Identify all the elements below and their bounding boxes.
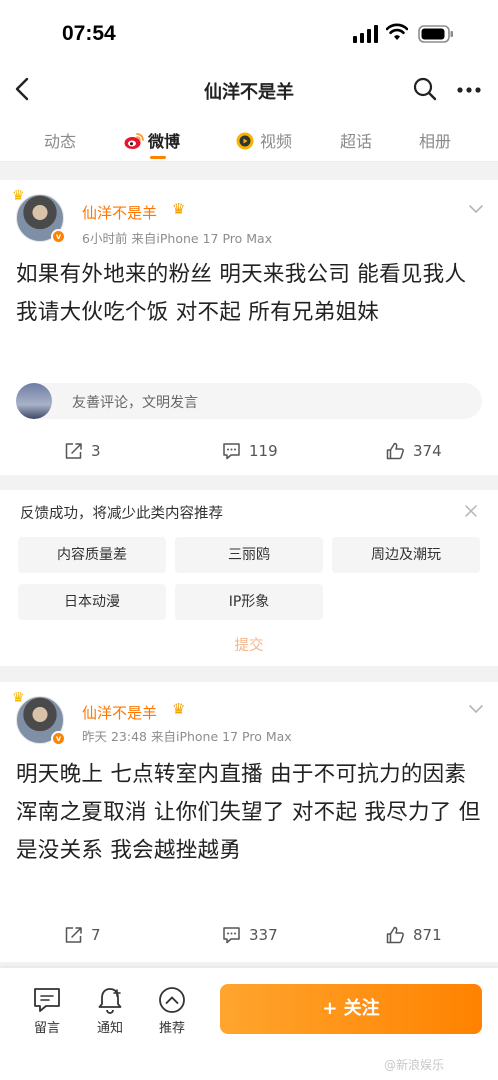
tab-supertopic[interactable]: 超话 xyxy=(340,128,372,152)
comment-count: 119 xyxy=(249,442,278,460)
comment-placeholder: 友善评论，文明发言 xyxy=(72,395,198,411)
feedback-option[interactable]: 内容质量差 xyxy=(18,537,166,573)
repost-icon xyxy=(65,443,82,459)
tab-video[interactable]: 视频 xyxy=(234,128,292,152)
my-avatar xyxy=(16,383,52,419)
comment-button[interactable]: 337 xyxy=(222,926,278,944)
tab-label: 超话 xyxy=(340,132,373,151)
verified-badge-icon: v xyxy=(51,229,66,244)
active-tab-indicator xyxy=(150,156,166,159)
chevron-down-icon[interactable] xyxy=(468,704,484,714)
video-icon xyxy=(236,132,254,150)
feedback-title: 反馈成功，将减少此类内容推荐 xyxy=(20,506,223,522)
comment-count: 337 xyxy=(249,926,278,944)
feedback-card: 反馈成功，将减少此类内容推荐 内容质量差 三丽鸥 周边及潮玩 日本动漫 IP形象… xyxy=(0,490,498,666)
message-label: 留言 xyxy=(33,1021,60,1036)
post-text: 如果有外地来的粉丝 明天来我公司 能看见我人 我请大伙吃个饭 对不起 所有兄弟姐… xyxy=(16,262,467,325)
notify-button[interactable]: 通知 xyxy=(85,986,135,1036)
feedback-option[interactable]: 日本动漫 xyxy=(18,584,166,620)
bottom-bar: 留言 通知 推荐 + 关注 @新浪娱乐 xyxy=(0,968,498,1080)
thumbs-up-icon xyxy=(386,926,404,944)
post-text: 明天晚上 七点转室内直播 由于不可抗力的因素 浑南之夏取消 让你们失望了 对不起… xyxy=(16,762,481,863)
repost-button[interactable]: 7 xyxy=(64,926,101,944)
post-actions: 3 119 374 xyxy=(0,442,498,466)
post-meta: 6小时前 来自iPhone 17 Pro Max xyxy=(82,231,273,246)
like-button[interactable]: 871 xyxy=(386,926,442,944)
tab-label: 相册 xyxy=(419,132,452,151)
member-crown-icon: ♛ xyxy=(172,700,186,718)
message-icon xyxy=(34,988,60,1012)
tab-album[interactable]: 相册 xyxy=(419,128,451,152)
post-card[interactable]: ♛ v 仙洋不是羊 ♛ 6小时前 来自iPhone 17 Pro Max 如果有… xyxy=(0,180,498,475)
message-button[interactable]: 留言 xyxy=(22,986,72,1036)
repost-count: 7 xyxy=(91,926,101,944)
tab-label: 视频 xyxy=(260,132,293,151)
author-avatar[interactable]: ♛ v xyxy=(12,188,66,244)
thumbs-up-icon xyxy=(386,442,404,460)
verified-badge-icon: v xyxy=(51,731,66,746)
repost-button[interactable]: 3 xyxy=(64,442,101,460)
post-actions: 7 337 871 xyxy=(0,926,498,950)
notify-label: 通知 xyxy=(96,1021,123,1036)
nav-bar: 仙洋不是羊 xyxy=(0,66,498,114)
signal-icon xyxy=(353,25,378,43)
tab-weibo[interactable]: 微博 xyxy=(124,128,180,152)
repost-count: 3 xyxy=(91,442,101,460)
tab-dynamic[interactable]: 动态 xyxy=(44,128,76,152)
like-count: 871 xyxy=(413,926,442,944)
follow-button[interactable]: + 关注 xyxy=(220,984,482,1034)
chevron-down-icon[interactable] xyxy=(468,204,484,214)
profile-tabs: 动态 微博 视频 超话 相册 xyxy=(0,114,498,162)
wifi-icon xyxy=(386,23,408,40)
watermark: @新浪娱乐 xyxy=(384,1058,445,1072)
chevron-up-circle-icon xyxy=(159,987,185,1013)
like-button[interactable]: 374 xyxy=(386,442,442,460)
bell-plus-icon xyxy=(98,988,122,1014)
member-crown-icon: ♛ xyxy=(172,200,186,218)
comment-button[interactable]: 119 xyxy=(222,442,278,460)
author-name[interactable]: 仙洋不是羊 xyxy=(82,202,157,223)
post-meta: 昨天 23:48 来自iPhone 17 Pro Max xyxy=(82,729,292,744)
feedback-option[interactable]: 周边及潮玩 xyxy=(332,537,480,573)
weibo-logo-icon xyxy=(124,133,144,149)
repost-icon xyxy=(65,927,82,943)
feedback-submit-button[interactable]: 提交 xyxy=(0,634,498,655)
comment-icon xyxy=(223,927,240,944)
recommend-label: 推荐 xyxy=(158,1021,185,1036)
battery-icon xyxy=(418,25,453,43)
author-avatar[interactable]: ♛ v xyxy=(12,690,66,746)
tab-label: 微博 xyxy=(148,132,181,151)
status-bar: 07:54 xyxy=(0,0,498,66)
recommend-button[interactable]: 推荐 xyxy=(147,986,197,1036)
feedback-option[interactable]: IP形象 xyxy=(175,584,323,620)
comment-icon xyxy=(223,443,240,460)
crown-icon: ♛ xyxy=(12,690,25,706)
search-icon[interactable] xyxy=(412,76,438,102)
close-icon[interactable] xyxy=(464,504,478,518)
post-card[interactable]: ♛ v 仙洋不是羊 ♛ 昨天 23:48 来自iPhone 17 Pro Max… xyxy=(0,682,498,962)
comment-input[interactable]: 友善评论，文明发言 xyxy=(16,383,482,419)
crown-icon: ♛ xyxy=(12,188,25,204)
tab-label: 动态 xyxy=(44,132,77,151)
author-name[interactable]: 仙洋不是羊 xyxy=(82,702,157,723)
status-time: 07:54 xyxy=(62,22,116,45)
feedback-option[interactable]: 三丽鸥 xyxy=(175,537,323,573)
more-icon[interactable] xyxy=(456,80,482,100)
like-count: 374 xyxy=(413,442,442,460)
